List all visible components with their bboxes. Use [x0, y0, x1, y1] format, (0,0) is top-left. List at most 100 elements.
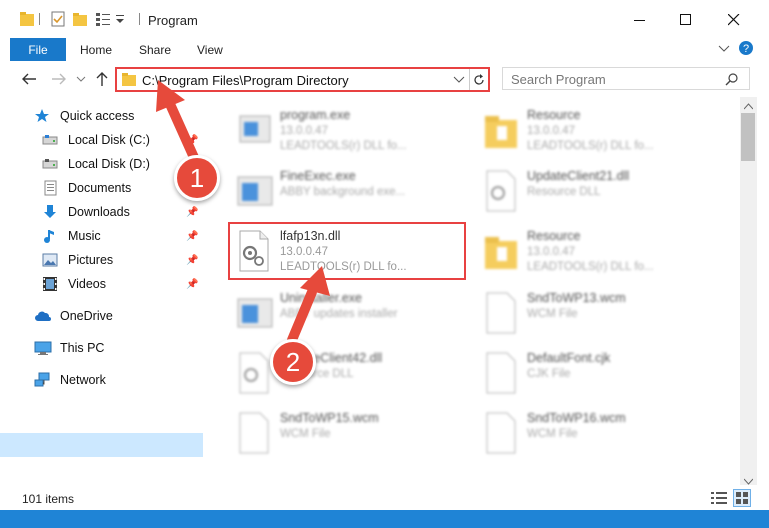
folder-icon [481, 229, 521, 273]
file-description: LEADTOOLS(r) DLL fo... [280, 140, 407, 152]
tab-share[interactable]: Share [139, 43, 171, 57]
list-item[interactable]: DefaultFont.cjk CJK File [475, 343, 715, 403]
list-item[interactable]: SndToWP16.wcm WCM File [475, 403, 715, 463]
sidebar-item-local-disk-c[interactable]: Local Disk (C:) [42, 129, 150, 151]
sidebar-item-local-disk-d[interactable]: Local Disk (D:) [42, 153, 150, 175]
file-description: WCM File [280, 428, 331, 440]
list-item[interactable]: FineExec.exe ABBY background exe... [228, 161, 468, 221]
file-name: SndToWP15.wcm [280, 411, 379, 425]
selected-item-highlight [0, 433, 203, 457]
customize-toolbar-icon[interactable] [114, 11, 126, 27]
tiles-view-icon[interactable] [733, 489, 751, 507]
list-item[interactable]: Uninstaller.exe ABBY updates installer [228, 283, 468, 343]
file-list: program.exe 13.0.0.47 LEADTOOLS(r) DLL f… [205, 97, 740, 485]
sidebar-item-this-pc[interactable]: This PC [34, 337, 104, 359]
sidebar-item-label: Network [60, 373, 106, 387]
tab-file[interactable]: File [10, 38, 66, 61]
file-description: ABBY background exe... [280, 186, 406, 198]
address-dropdown-icon[interactable] [453, 74, 465, 88]
list-item[interactable]: SndToWP13.wcm WCM File [475, 283, 715, 343]
sidebar-item-videos[interactable]: Videos [42, 273, 106, 295]
address-path[interactable]: C:\Program Files\Program Directory [142, 73, 349, 88]
sidebar-item-downloads[interactable]: Downloads [42, 201, 130, 223]
up-arrow-icon[interactable] [93, 70, 111, 88]
file-name: Resource [527, 229, 581, 243]
scrollbar-thumb[interactable] [741, 113, 755, 161]
tab-view[interactable]: View [197, 43, 223, 57]
file-description: WCM File [527, 308, 578, 320]
view-details-icon[interactable] [95, 11, 111, 27]
file-name: FineExec.exe [280, 169, 356, 183]
pin-icon[interactable]: 📌 [186, 207, 198, 218]
file-name: program.exe [280, 108, 351, 122]
maximize-button[interactable] [666, 8, 706, 32]
list-item[interactable]: UpdateClient42.dll Resource DLL [228, 343, 468, 403]
properties-icon[interactable] [50, 11, 66, 27]
pictures-icon [42, 252, 60, 268]
address-bar[interactable]: C:\Program Files\Program Directory [115, 67, 490, 92]
scroll-up-icon[interactable] [743, 100, 754, 114]
file-version: 13.0.0.47 [280, 125, 328, 137]
sidebar-item-music[interactable]: Music [42, 225, 101, 247]
file-name: SndToWP13.wcm [527, 291, 626, 305]
list-item[interactable]: Resource 13.0.0.47 LEADTOOLS(r) DLL fo..… [475, 100, 715, 160]
tab-home[interactable]: Home [80, 43, 112, 57]
separator-icon [39, 11, 41, 27]
pin-icon[interactable]: 📌 [186, 231, 198, 242]
close-button[interactable] [714, 8, 754, 32]
generic-file-icon [481, 411, 521, 455]
minimize-button[interactable] [620, 8, 660, 32]
back-arrow-icon[interactable] [20, 70, 38, 88]
file-highlight-box [228, 222, 466, 280]
file-description: CJK File [527, 368, 571, 380]
sidebar-item-label: Music [68, 229, 101, 243]
pin-icon[interactable]: 📌 [186, 255, 198, 266]
refresh-icon[interactable] [469, 69, 488, 90]
dll-file-icon [234, 351, 274, 395]
sidebar-item-pictures[interactable]: Pictures [42, 249, 113, 271]
folder-icon [122, 72, 136, 89]
folder-icon [20, 11, 34, 27]
sidebar-item-label: Documents [68, 181, 132, 195]
sidebar-item-label: Videos [68, 277, 106, 291]
sidebar-item-quick-access[interactable]: Quick access [34, 105, 134, 127]
star-icon [34, 108, 52, 124]
cloud-icon [34, 308, 52, 324]
sidebar-item-network[interactable]: Network [34, 369, 106, 391]
ribbon-bar: File Home Share View ? [0, 38, 769, 61]
sidebar-item-onedrive[interactable]: OneDrive [34, 305, 113, 327]
recent-locations-icon[interactable] [72, 70, 90, 88]
generic-file-icon [481, 291, 521, 335]
file-name: UpdateClient21.dll [527, 169, 630, 183]
forward-arrow-icon[interactable] [50, 70, 68, 88]
vertical-scrollbar[interactable] [740, 97, 757, 485]
list-item[interactable]: UpdateClient21.dll Resource DLL [475, 161, 715, 221]
list-item[interactable]: program.exe 13.0.0.47 LEADTOOLS(r) DLL f… [228, 100, 468, 160]
documents-icon [42, 180, 60, 196]
pin-icon[interactable]: 📌 [186, 279, 198, 290]
film-icon [42, 276, 60, 292]
help-icon[interactable]: ? [738, 40, 754, 59]
search-input[interactable]: Search Program [502, 67, 750, 90]
title-bar: Program [0, 0, 769, 38]
exe-file-icon [234, 291, 274, 335]
pin-icon[interactable]: 📌 [186, 135, 198, 146]
file-description: WCM File [527, 428, 578, 440]
dll-file-icon [481, 169, 521, 213]
download-arrow-icon [42, 204, 60, 220]
navigation-pane: Quick access Local Disk (C:) 📌 Local Dis… [0, 97, 205, 484]
ribbon-expand-icon[interactable] [718, 42, 730, 57]
monitor-icon [34, 340, 52, 356]
desktop-taskbar-strip [0, 510, 769, 528]
sidebar-item-label: Quick access [60, 109, 135, 123]
file-name: DefaultFont.cjk [527, 351, 611, 365]
item-count: 101 items [22, 492, 75, 506]
details-view-icon[interactable] [711, 491, 727, 508]
new-folder-icon[interactable] [72, 11, 88, 27]
list-item[interactable]: SndToWP15.wcm WCM File [228, 403, 468, 463]
search-placeholder: Search Program [511, 72, 606, 87]
step-callout-2: 2 [270, 339, 316, 385]
folder-icon [481, 108, 521, 152]
sidebar-item-documents[interactable]: Documents [42, 177, 131, 199]
list-item[interactable]: Resource 13.0.0.47 LEADTOOLS(r) DLL fo..… [475, 221, 715, 281]
